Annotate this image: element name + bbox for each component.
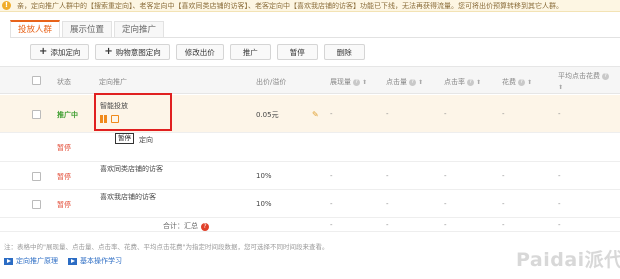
cost-cell: - xyxy=(502,172,505,180)
bid-cell: 10% xyxy=(256,200,272,208)
table-header: 状态 定向推广 出价/溢价 展现量? ⬆ 点击量? ⬆ 点击率? ⬆ 花费? ⬆ 平均点… xyxy=(0,66,620,94)
help-icon[interactable]: ? xyxy=(602,72,609,80)
add-targeting-button[interactable]: + 添加定向 xyxy=(30,44,90,60)
pause-tooltip: 暂停 xyxy=(115,133,134,144)
pencil-icon[interactable]: ✎ xyxy=(312,110,319,119)
table-row[interactable]: 推广中 智能投放 0.05元 - - - - - xyxy=(0,95,620,133)
impressions-cell: - xyxy=(330,172,333,180)
targeting-principle-link[interactable]: 定向推广原理 xyxy=(4,256,58,266)
impressions-cell: - xyxy=(330,110,333,118)
summary-row: 合计：汇总? - - - - - xyxy=(0,218,620,232)
impressions-cell: - xyxy=(330,221,333,229)
header-cost-label: 花费 xyxy=(502,78,516,86)
sort-icon[interactable]: ⬆ xyxy=(362,79,367,86)
toolbar: + 添加定向 + 购物意图定向 修改出价 推广 暂停 删除 xyxy=(30,44,371,60)
footnote: 注：表格中的"展现量、点击量、点击率、花费、平均点击花费"为指定时间段数据，您可… xyxy=(4,243,329,251)
table-row[interactable]: 暂停 定向 xyxy=(0,133,620,162)
watermark-logo: Paidai派代 xyxy=(516,249,620,271)
tab-divider xyxy=(10,37,620,38)
header-cost[interactable]: 花费? ⬆ xyxy=(502,77,532,87)
row-checkbox[interactable] xyxy=(32,172,41,181)
header-clicks-label: 点击量 xyxy=(386,78,407,86)
avg-cpc-cell: - xyxy=(558,110,561,118)
bid-cell: 0.05元 xyxy=(256,111,279,119)
ctr-cell: - xyxy=(444,110,447,118)
header-impressions[interactable]: 展现量? ⬆ xyxy=(330,77,367,87)
clicks-cell: - xyxy=(386,221,389,229)
status-cell: 暂停 xyxy=(57,201,71,209)
header-status: 状态 xyxy=(57,78,71,86)
link-label: 基本操作学习 xyxy=(80,257,122,265)
help-icon[interactable]: ? xyxy=(353,78,360,86)
help-icon[interactable]: ? xyxy=(467,78,474,86)
summary-label-text: 合计：汇总 xyxy=(163,222,198,230)
summary-label: 合计：汇总? xyxy=(163,221,209,231)
header-ctr[interactable]: 点击率? ⬆ xyxy=(444,77,481,87)
table-row[interactable]: 暂停 喜欢同类店铺的访客 10% - - - - - xyxy=(0,162,620,190)
sort-icon[interactable]: ⬆ xyxy=(558,84,563,91)
header-targeting: 定向推广 xyxy=(99,78,127,86)
tab-bar: 投放人群 展示位置 定向推广 xyxy=(10,20,166,38)
avg-cpc-cell: - xyxy=(558,200,561,208)
clicks-cell: - xyxy=(386,200,389,208)
tab-placement[interactable]: 展示位置 xyxy=(62,21,113,38)
highlight-box xyxy=(94,93,172,131)
bid-cell: 10% xyxy=(256,172,272,180)
status-cell: 推广中 xyxy=(57,111,78,119)
cost-cell: - xyxy=(502,110,505,118)
targeting-name: 定向 xyxy=(139,136,153,144)
clicks-cell: - xyxy=(386,172,389,180)
link-label: 定向推广原理 xyxy=(16,257,58,265)
warning-icon: ! xyxy=(2,1,11,10)
plus-icon: + xyxy=(104,46,113,57)
cost-cell: - xyxy=(502,221,505,229)
ctr-cell: - xyxy=(444,221,447,229)
notice-bar: ! 亲，定向推广人群中的【搜索重定向】、老客定向中【喜欢同类店铺的访客】、老客定… xyxy=(0,0,620,12)
shopping-intent-label: 购物意图定向 xyxy=(115,47,161,57)
row-checkbox[interactable] xyxy=(32,110,41,119)
sort-icon[interactable]: ⬆ xyxy=(527,79,532,86)
help-icon[interactable]: ? xyxy=(518,78,525,86)
video-icon xyxy=(68,257,77,265)
sort-icon[interactable]: ⬆ xyxy=(418,79,423,86)
add-targeting-label: 添加定向 xyxy=(50,47,81,57)
notice-text: 亲，定向推广人群中的【搜索重定向】、老客定向中【喜欢同类店铺的访客】、老客定向中… xyxy=(17,1,563,10)
header-impressions-label: 展现量 xyxy=(330,78,351,86)
basic-operation-link[interactable]: 基本操作学习 xyxy=(68,256,122,266)
help-icon[interactable]: ? xyxy=(409,78,416,86)
header-avg-cpc[interactable]: 平均点击花费? ⬆ xyxy=(558,71,609,91)
tab-audience[interactable]: 投放人群 xyxy=(10,20,61,38)
header-clicks[interactable]: 点击量? ⬆ xyxy=(386,77,423,87)
header-avg-cpc-label: 平均点击花费 xyxy=(558,72,600,80)
status-cell: 暂停 xyxy=(57,144,71,152)
impressions-cell: - xyxy=(330,200,333,208)
select-all-checkbox[interactable] xyxy=(32,76,41,85)
edit-bid-button[interactable]: 修改出价 xyxy=(175,44,224,60)
status-cell: 暂停 xyxy=(57,173,71,181)
ctr-cell: - xyxy=(444,200,447,208)
header-bid: 出价/溢价 xyxy=(256,78,287,86)
sort-icon[interactable]: ⬆ xyxy=(476,79,481,86)
video-icon xyxy=(4,257,13,265)
row-checkbox[interactable] xyxy=(32,200,41,209)
tab-targeting[interactable]: 定向推广 xyxy=(114,21,165,38)
shopping-intent-button[interactable]: + 购物意图定向 xyxy=(95,44,170,60)
delete-button[interactable]: 删除 xyxy=(323,44,365,60)
targeting-name: 喜欢我店铺的访客 xyxy=(100,193,156,201)
help-links: 定向推广原理 基本操作学习 xyxy=(4,256,132,266)
avg-cpc-cell: - xyxy=(558,221,561,229)
cost-cell: - xyxy=(502,200,505,208)
ctr-cell: - xyxy=(444,172,447,180)
header-ctr-label: 点击率 xyxy=(444,78,465,86)
targeting-name: 喜欢同类店铺的访客 xyxy=(100,165,163,173)
avg-cpc-cell: - xyxy=(558,172,561,180)
table-row[interactable]: 暂停 喜欢我店铺的访客 10% - - - - - xyxy=(0,190,620,218)
clicks-cell: - xyxy=(386,110,389,118)
pause-button[interactable]: 暂停 xyxy=(276,44,318,60)
promote-button[interactable]: 推广 xyxy=(229,44,271,60)
plus-icon: + xyxy=(39,46,48,57)
help-icon[interactable]: ? xyxy=(201,223,209,231)
